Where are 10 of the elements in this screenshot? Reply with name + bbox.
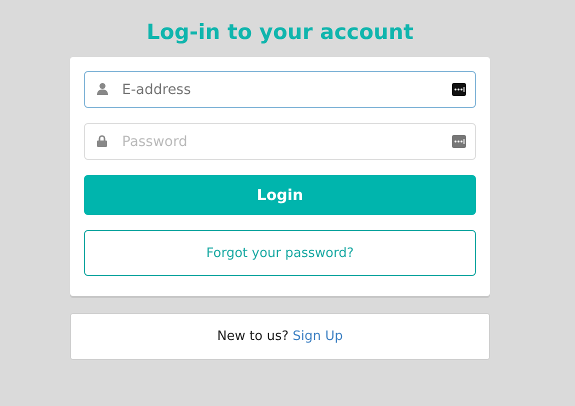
signup-prompt: New to us?: [217, 329, 289, 344]
signup-link[interactable]: Sign Up: [292, 329, 343, 344]
input-field[interactable]: E-address: [84, 71, 476, 108]
forgot-password-button[interactable]: Forgot your password?: [84, 230, 476, 276]
user-icon: [97, 83, 108, 95]
password-manager-icon[interactable]: [452, 83, 466, 96]
page-title: Log-in to your account: [146, 20, 414, 44]
lock-icon: [97, 135, 107, 147]
input-field[interactable]: Password: [84, 123, 476, 160]
login-button[interactable]: Login: [84, 175, 476, 215]
